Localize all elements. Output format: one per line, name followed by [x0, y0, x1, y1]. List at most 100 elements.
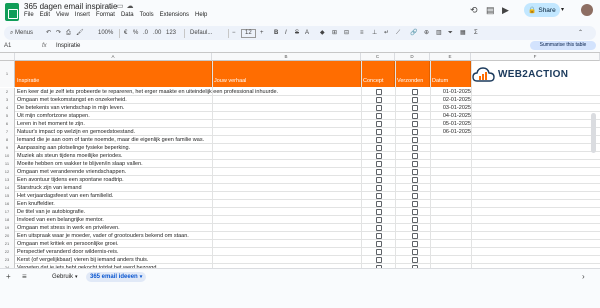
inspiratie-cell[interactable]: Omgaan met kritiek en persoonlijke groei…: [17, 240, 119, 248]
name-box[interactable]: A1: [4, 42, 34, 50]
bold-button[interactable]: B: [274, 29, 278, 38]
cloud-status-icon[interactable]: ☁: [126, 3, 134, 11]
verzonden-checkbox[interactable]: [412, 249, 418, 255]
datum-cell[interactable]: 02-01-2025: [437, 96, 471, 104]
video-call-icon[interactable]: ▶: [502, 5, 509, 15]
add-sheet-icon[interactable]: +: [6, 273, 11, 281]
verzonden-checkbox[interactable]: [412, 145, 418, 151]
datum-cell[interactable]: [437, 168, 471, 176]
inspiratie-cell[interactable]: Een knuffeldier.: [17, 200, 55, 208]
datum-cell[interactable]: 04-01-2025: [437, 112, 471, 120]
inspiratie-cell[interactable]: Aanpassing aan plotselinge fysieke beper…: [17, 144, 130, 152]
inspiratie-cell[interactable]: Starstruck zijn van iemand: [17, 184, 82, 192]
header-cell-datum[interactable]: Datum: [430, 61, 471, 87]
verzonden-checkbox[interactable]: [412, 225, 418, 231]
column-header-c[interactable]: C: [361, 53, 395, 61]
align-icon[interactable]: ≡: [360, 29, 364, 38]
concept-checkbox[interactable]: [376, 105, 382, 111]
verzonden-checkbox[interactable]: [412, 169, 418, 175]
row-number[interactable]: 23: [0, 256, 15, 264]
vertical-scrollbar[interactable]: [591, 113, 596, 153]
verzonden-checkbox[interactable]: [412, 113, 418, 119]
search-menus[interactable]: ⌕ Menus: [10, 29, 33, 38]
inspiratie-cell[interactable]: Omgaan met toekomstangst en onzekerheid.: [17, 96, 127, 104]
concept-checkbox[interactable]: [376, 241, 382, 247]
increase-decimal-button[interactable]: .00: [153, 29, 161, 38]
row-number[interactable]: 5: [0, 112, 15, 120]
wrap-icon[interactable]: ↵: [384, 29, 389, 38]
header-cell-concept[interactable]: Concept: [361, 61, 395, 87]
link-icon[interactable]: 🔗: [410, 29, 417, 38]
column-header-f[interactable]: F: [471, 53, 600, 61]
row-number[interactable]: 6: [0, 120, 15, 128]
datum-cell[interactable]: [437, 136, 471, 144]
header-cell-inspiratie[interactable]: Inspiratie: [15, 61, 212, 87]
verzonden-checkbox[interactable]: [412, 185, 418, 191]
concept-checkbox[interactable]: [376, 97, 382, 103]
verzonden-checkbox[interactable]: [412, 201, 418, 207]
verzonden-checkbox[interactable]: [412, 89, 418, 95]
font-size-increase[interactable]: +: [260, 29, 264, 38]
row-number[interactable]: 4: [0, 104, 15, 112]
row-number[interactable]: 9: [0, 144, 15, 152]
font-select[interactable]: Defaul...: [190, 29, 212, 38]
fill-color-icon[interactable]: ◆: [320, 29, 325, 38]
verzonden-checkbox[interactable]: [412, 217, 418, 223]
verzonden-checkbox[interactable]: [412, 121, 418, 127]
inspiratie-cell[interactable]: Een keer dat je zelf iets probeerde te r…: [17, 88, 278, 96]
concept-checkbox[interactable]: [376, 249, 382, 255]
inspiratie-cell[interactable]: Een uitspraak waar je moeder, vader of g…: [17, 232, 189, 240]
menu-data[interactable]: Data: [121, 12, 134, 18]
datum-cell[interactable]: [437, 192, 471, 200]
menu-extensions[interactable]: Extensions: [160, 12, 189, 18]
comment-add-icon[interactable]: ⊕: [424, 29, 429, 38]
concept-checkbox[interactable]: [376, 217, 382, 223]
datum-cell[interactable]: [437, 200, 471, 208]
datum-cell[interactable]: 03-01-2025: [437, 104, 471, 112]
datum-cell[interactable]: [437, 208, 471, 216]
row-number[interactable]: 13: [0, 176, 15, 184]
verzonden-checkbox[interactable]: [412, 193, 418, 199]
row-number[interactable]: 1: [0, 61, 15, 87]
verzonden-checkbox[interactable]: [412, 153, 418, 159]
font-size-decrease[interactable]: −: [232, 29, 236, 38]
zoom-select[interactable]: 100%: [98, 29, 113, 38]
datum-cell[interactable]: [437, 216, 471, 224]
datum-cell[interactable]: [437, 232, 471, 240]
menu-view[interactable]: View: [56, 12, 69, 18]
inspiratie-cell[interactable]: Een avontuur tijdens een spontane roadtr…: [17, 176, 124, 184]
row-number[interactable]: 14: [0, 184, 15, 192]
rotate-icon[interactable]: ⟋: [396, 29, 400, 38]
concept-checkbox[interactable]: [376, 177, 382, 183]
row-number[interactable]: 11: [0, 160, 15, 168]
row-number[interactable]: 15: [0, 192, 15, 200]
inspiratie-cell[interactable]: Leren in het moment te zijn.: [17, 120, 85, 128]
inspiratie-cell[interactable]: Perspectief veranderd door wildernis-rei…: [17, 248, 119, 256]
currency-button[interactable]: €: [124, 29, 127, 38]
merge-cells-icon[interactable]: ⊟: [344, 29, 349, 38]
verzonden-checkbox[interactable]: [412, 257, 418, 263]
inspiratie-cell[interactable]: Uit mijn comfortzone stappen.: [17, 112, 90, 120]
concept-checkbox[interactable]: [376, 113, 382, 119]
concept-checkbox[interactable]: [376, 89, 382, 95]
print-icon[interactable]: ⎙: [66, 29, 71, 38]
row-number[interactable]: 7: [0, 128, 15, 136]
column-header-e[interactable]: E: [430, 53, 471, 61]
strikethrough-button[interactable]: S: [295, 29, 299, 38]
column-header-d[interactable]: D: [395, 53, 430, 61]
inspiratie-cell[interactable]: Kerst (of vergelijkbaar) vieren bij iema…: [17, 256, 148, 264]
verzonden-checkbox[interactable]: [412, 209, 418, 215]
menu-insert[interactable]: Insert: [75, 12, 90, 18]
tab-365-email-ideeen[interactable]: 365 email ideeen ▾: [86, 272, 147, 282]
explore-icon[interactable]: ›: [582, 273, 585, 281]
row-number[interactable]: 21: [0, 240, 15, 248]
datum-cell[interactable]: [437, 160, 471, 168]
row-number[interactable]: 16: [0, 200, 15, 208]
chart-icon[interactable]: ▥: [436, 29, 442, 38]
datum-cell[interactable]: [437, 256, 471, 264]
collapse-toolbar-icon[interactable]: ⌃: [578, 29, 583, 38]
concept-checkbox[interactable]: [376, 185, 382, 191]
datum-cell[interactable]: [437, 224, 471, 232]
verzonden-checkbox[interactable]: [412, 129, 418, 135]
column-header-a[interactable]: A: [15, 53, 212, 61]
